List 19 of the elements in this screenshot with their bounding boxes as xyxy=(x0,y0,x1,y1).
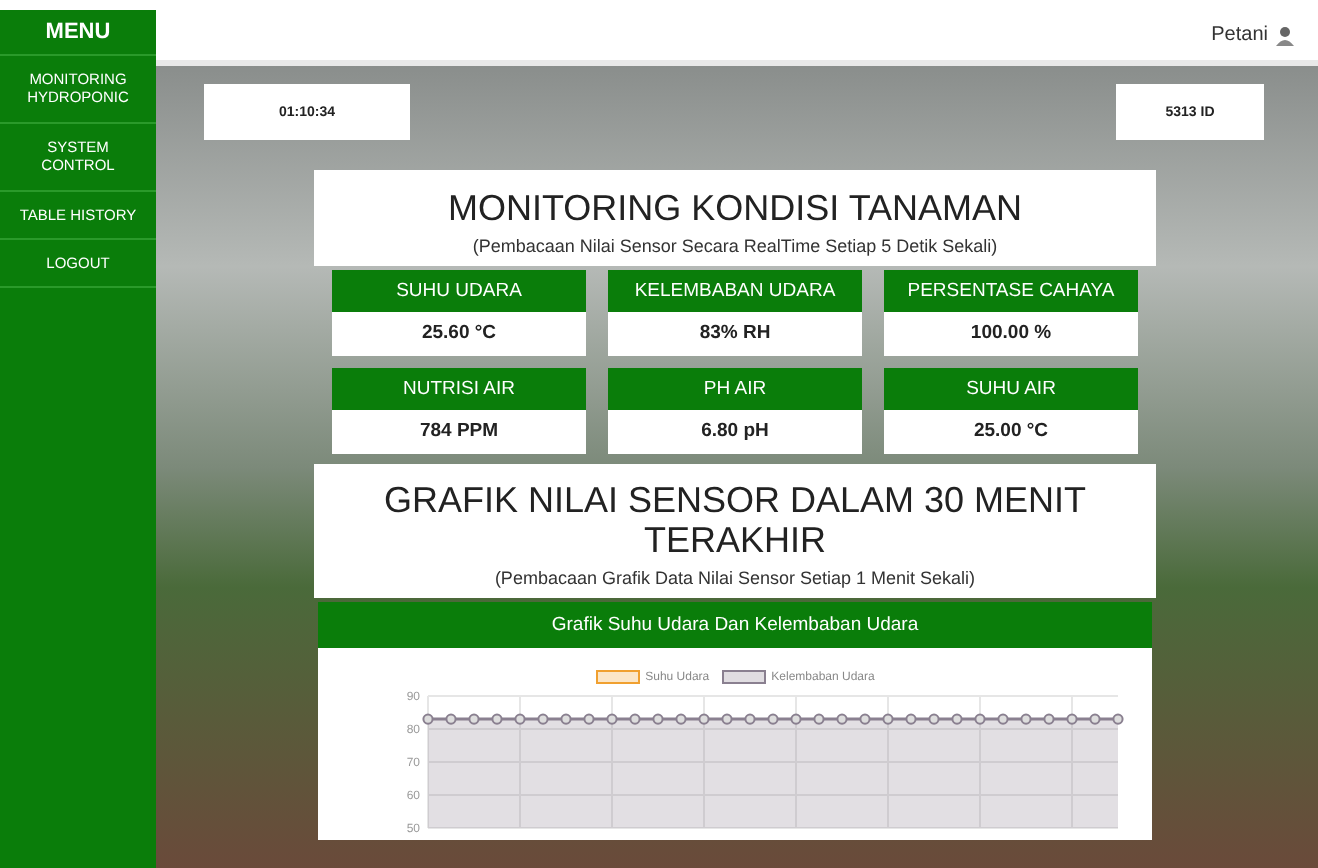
monitoring-subtitle: (Pembacaan Nilai Sensor Secara RealTime Setiap 5 Detik Sekali) xyxy=(472,235,998,256)
sensor-value: 6.80 pH xyxy=(608,409,862,454)
monitoring-title: MONITORING KONDISI TANAMAN xyxy=(447,188,1023,230)
sensor-label: NUTRISI AIR xyxy=(332,367,586,410)
sensor-value: 25.00 °C xyxy=(884,409,1138,454)
sensor-value: 83% RH xyxy=(608,311,862,356)
user-avatar-icon[interactable] xyxy=(1276,25,1294,45)
sensor-label: KELEMBABAN UDARA xyxy=(608,269,862,312)
user-name[interactable]: Petani xyxy=(1211,24,1268,46)
sensor-value: 25.60 °C xyxy=(332,311,586,356)
sensor-label: PERSENTASE CAHAYA xyxy=(884,269,1138,312)
chart-title: Grafik Suhu Udara Dan Kelembaban Udara xyxy=(318,602,1152,649)
graph-subtitle: (Pembacaan Grafik Data Nilai Sensor Setiap 1 Menit Sekali) xyxy=(494,568,976,589)
sensor-label: SUHU AIR xyxy=(884,367,1138,410)
sensor-value: 100.00 % xyxy=(884,311,1138,356)
graph-title: GRAFIK NILAI SENSOR DALAM 30 MENIT TERAKHIR xyxy=(381,479,1089,563)
sensor-value: 784 PPM xyxy=(332,409,586,454)
sensor-label: SUHU UDARA xyxy=(332,269,586,312)
sensor-label: PH AIR xyxy=(608,367,862,410)
